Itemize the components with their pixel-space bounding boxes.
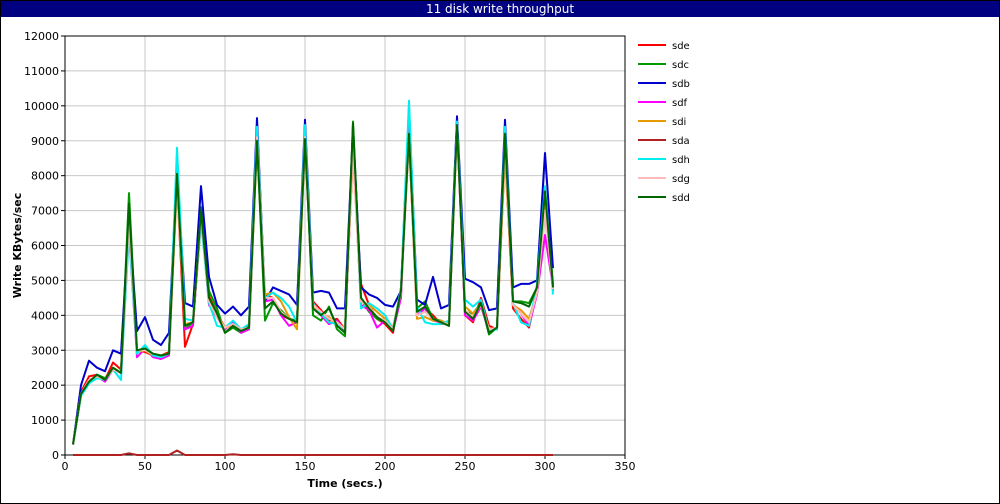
legend-label-sdb: sdb [672,79,690,90]
legend: sde sdc sdb sdf sdi sda sdh sdg sdd [638,41,690,204]
y-tick-label: 8000 [31,170,59,183]
legend-label-sda: sda [672,136,690,147]
y-tick-label: 4000 [31,309,59,322]
x-tick-label: 100 [215,460,236,473]
y-tick-label: 12000 [24,30,59,43]
y-tick-label: 6000 [31,240,59,253]
y-tick-label: 7000 [31,205,59,218]
y-tick-label: 2000 [31,379,59,392]
legend-label-sdd: sdd [672,193,690,204]
x-tick-label: 250 [455,460,476,473]
legend-label-sde: sde [672,41,690,52]
y-tick-label: 3000 [31,344,59,357]
legend-label-sdi: sdi [672,117,686,128]
x-tick-label: 150 [295,460,316,473]
y-axis-ticks: 0 1000 2000 3000 4000 5000 6000 7000 8000 9000 100… [24,30,65,462]
chart: 0 50 100 150 200 250 300 350 0 1000 2000 3000 4000 5… [11,30,690,490]
x-axis-ticks: 0 50 100 150 200 250 300 350 [62,455,636,473]
x-tick-label: 0 [62,460,69,473]
y-axis-label: Write KBytes/sec [11,193,24,299]
y-tick-label: 1000 [31,414,59,427]
x-tick-label: 300 [535,460,556,473]
x-tick-label: 200 [375,460,396,473]
x-axis-label: Time (secs.) [307,477,382,490]
y-tick-label: 5000 [31,274,59,287]
legend-label-sdg: sdg [672,174,690,185]
y-tick-label: 10000 [24,100,59,113]
x-tick-label: 50 [138,460,152,473]
y-tick-label: 11000 [24,65,59,78]
legend-label-sdh: sdh [672,155,690,166]
x-tick-label: 350 [615,460,636,473]
y-tick-label: 0 [52,449,59,462]
y-tick-label: 9000 [31,135,59,148]
legend-label-sdc: sdc [672,60,689,71]
legend-label-sdf: sdf [672,98,688,109]
